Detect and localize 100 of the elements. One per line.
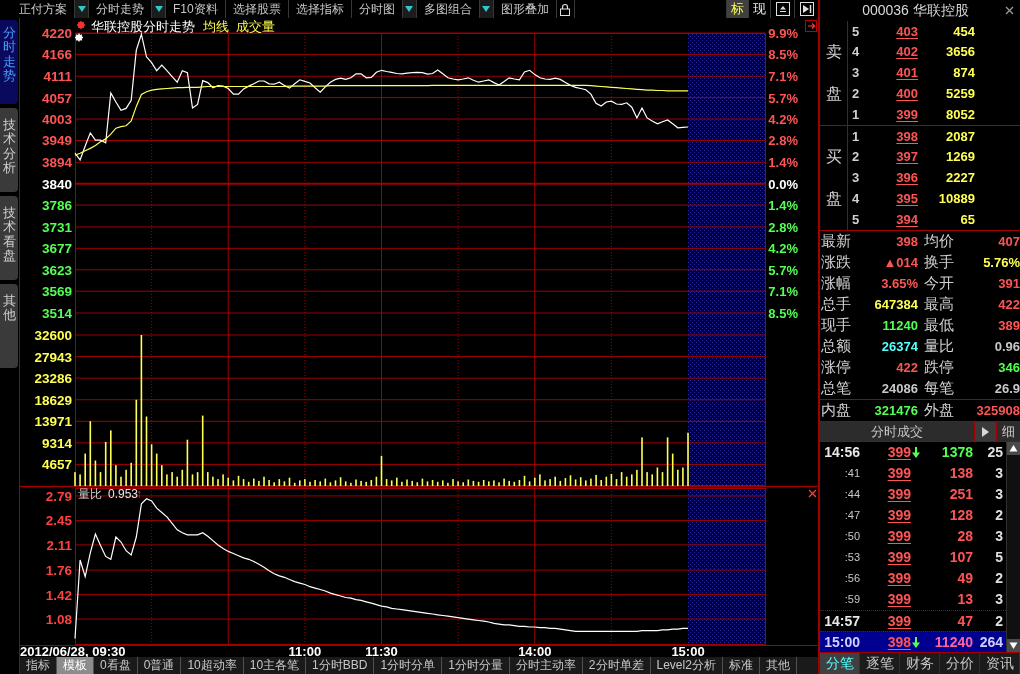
trade-volume: 13 [956,590,973,609]
trade-price: 398 [886,632,911,652]
trade-time: 14:57 [823,611,860,631]
trade-row[interactable]: 14:56 399 1378 25 [820,442,1006,463]
panel-tab[interactable]: 分价 [940,653,980,674]
time-label: 11:30 [365,643,398,657]
stat-label: 涨幅 [820,273,852,294]
menu-button[interactable]: 图形叠加 [493,0,557,18]
up-arrow-icon[interactable] [1007,442,1020,455]
stat-value: 24086 [880,379,918,398]
dropdown-button[interactable] [152,0,166,18]
panel-tab[interactable]: 分笔 [820,653,860,674]
trade-count: 3 [994,590,1003,609]
bottom-tab[interactable]: 分时主动率 [509,657,583,674]
down-arrow-icon[interactable] [1007,639,1020,652]
trade-row[interactable]: :50 399 28 3 [820,526,1006,547]
bottom-tab[interactable]: 10主各笔 [243,657,307,674]
lock-icon[interactable] [560,2,571,16]
trade-volume: 28 [956,527,973,546]
trade-row[interactable]: :41 399 138 3 [820,463,1006,484]
bottom-tab[interactable]: 其他 [759,657,797,674]
bottom-tab[interactable]: 0普通 [137,657,182,674]
scrollbar[interactable] [1006,442,1020,652]
axis-label: 5.7% [768,90,798,106]
trade-volume: 49 [956,569,973,588]
order-rank: 3 [851,64,861,83]
expand-button[interactable] [974,422,996,441]
panel-tab[interactable]: 财务 [900,653,940,674]
time-label: 2012/06/28, 09:30 [20,643,126,657]
menu-button[interactable]: 选择指标 [288,0,352,18]
bottom-tab[interactable]: 1分时分量 [442,657,510,674]
trade-row[interactable]: :47 399 128 2 [820,505,1006,526]
trade-row[interactable]: :59 399 13 3 [820,589,1006,610]
trade-count: 25 [986,443,1003,462]
skip-end-icon[interactable] [799,2,814,16]
order-volume: 8052 [945,105,975,124]
close-icon[interactable] [1005,6,1014,15]
panel-title: 分时成交 [870,423,924,441]
view-tab[interactable]: 现 [748,0,770,18]
menu-button[interactable]: 分时图 [351,0,403,18]
order-rank: 1 [851,127,861,146]
legend-label: 均线 [203,19,229,34]
order-rank: 2 [851,85,861,104]
trade-row[interactable]: :53 399 107 5 [820,547,1006,568]
order-price: 403 [895,22,918,41]
view-tab[interactable]: 标 [726,0,748,18]
trade-count: 3 [994,527,1003,546]
panel-tab[interactable]: 资讯 [980,653,1020,674]
trade-count: 2 [994,569,1003,588]
eject-icon[interactable] [775,2,790,16]
menu-button[interactable]: 多图组合 [416,0,480,18]
side-tab[interactable]: 技术看盘 [0,196,18,280]
bottom-tab[interactable]: 0看盘 [94,657,138,674]
stat-value: 321476 [873,401,918,420]
order-volume: 10889 [937,190,975,209]
order-volume: 454 [952,22,975,41]
axis-label: 32600 [34,328,72,343]
menu-button[interactable]: 选择股票 [225,0,289,18]
stat-value: 0.96 [993,337,1020,356]
menu-button[interactable]: F10资料 [166,0,226,18]
bottom-tab[interactable]: 1分时分单 [374,657,443,674]
bottom-tab[interactable]: 2分时单差 [582,657,651,674]
trade-row[interactable]: :56 399 49 2 [820,568,1006,589]
stat-label: 总手 [820,294,852,315]
side-tab[interactable]: 其他 [0,284,18,368]
order-volume: 2227 [945,169,975,188]
stat-value: 325908 [975,401,1020,420]
panel-tab[interactable]: 逐笔 [860,653,900,674]
bottom-tab[interactable]: 标准 [722,657,760,674]
order-price: 402 [895,43,918,62]
trade-volume: 47 [956,611,973,631]
trade-price: 399 [886,485,911,504]
side-tab[interactable]: 技术分析 [0,108,18,192]
bottom-tab[interactable]: Level2分析 [650,657,723,674]
axis-label: 4111 [43,69,72,85]
trade-time: :47 [843,508,860,524]
trade-row[interactable]: 15:00 398 11240 264 [820,631,1006,652]
bottom-tab[interactable]: 10超动率 [181,657,244,674]
stat-label: 跌停 [923,357,955,378]
axis-label: 7.1% [768,284,798,300]
detail-button[interactable]: 细 [996,422,1020,441]
arrow-icon[interactable] [805,20,817,32]
trade-volume: 1378 [940,443,973,462]
section-label: 卖盘 [825,42,842,104]
stock-title: 000036 华联控股 [861,1,970,20]
chart-title: 华联控股分时走势 [91,19,195,34]
bottom-tab[interactable]: 1分时BBD [306,657,375,674]
order-rank: 4 [851,190,861,209]
close-icon[interactable] [808,489,817,498]
order-price: 395 [895,190,918,209]
order-volume: 1269 [945,148,975,167]
axis-label: 0.0% [768,176,798,192]
axis-label: 8.5% [768,47,798,63]
axis-label: 4220 [41,26,72,41]
trade-row[interactable]: :44 399 251 3 [820,484,1006,505]
dropdown-button[interactable] [75,0,89,18]
series-label: 量比 [78,486,102,501]
side-tab[interactable]: 分时走势 [0,20,18,104]
axis-label: 3786 [41,198,72,214]
trade-time: 15:00 [823,632,860,652]
